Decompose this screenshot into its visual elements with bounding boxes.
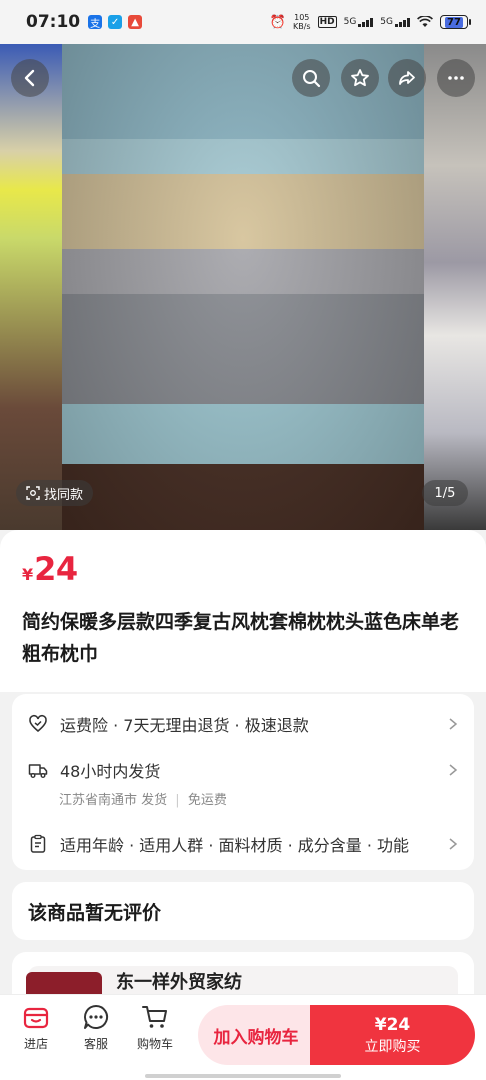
search-icon <box>303 70 321 88</box>
customer-service-label: 客服 <box>83 1037 108 1051</box>
no-reviews-text: 该商品暂无评价 <box>28 901 162 924</box>
chevron-left-icon <box>24 69 35 87</box>
customer-service-button[interactable]: 客服 <box>66 1003 126 1052</box>
signal-label-1: 5G <box>343 17 357 27</box>
params-text: 适用年龄 · 适用人群 · 面料材质 · 成分含量 · 功能 <box>60 836 410 855</box>
currency-symbol: ¥ <box>22 565 34 584</box>
status-right: ⏰ 105 KB/s HD 5G 5G 77 <box>269 13 471 31</box>
chat-icon <box>84 1004 109 1029</box>
separator: | <box>175 793 180 808</box>
reviews-card[interactable]: 该商品暂无评价 <box>12 882 474 940</box>
find-similar-button[interactable]: 找同款 <box>16 480 94 506</box>
more-button[interactable] <box>437 59 475 97</box>
signal-5g-1: 5G <box>344 17 374 27</box>
status-app-icons: 支 ✓ ▲ <box>88 15 143 30</box>
price-card: ¥ 24 简约保暖多层款四季复古风枕套棉枕枕头蓝色床单老粗布枕巾 <box>0 530 486 692</box>
product-photo <box>62 44 424 530</box>
status-bar: 07:10 支 ✓ ▲ ⏰ 105 KB/s HD 5G 5G 77 <box>0 0 486 44</box>
alipay-icon: 支 <box>88 15 103 30</box>
truck-icon <box>28 764 48 778</box>
network-speed: 105 KB/s <box>293 13 311 31</box>
image-page-indicator: 1/5 <box>422 480 468 506</box>
more-dots-icon <box>448 76 464 80</box>
chevron-right-icon <box>449 838 458 850</box>
bottom-action-bar: 进店 客服 购物车 加入购物车 ¥24 立即购买 <box>0 994 486 1080</box>
home-indicator[interactable] <box>145 1074 341 1078</box>
shipping-text: 48小时内发货 <box>60 762 161 781</box>
price-value: 24 <box>34 550 78 588</box>
guarantee-row[interactable]: 运费险 · 7天无理由退货 · 极速退款 <box>28 712 458 736</box>
favorite-button[interactable] <box>341 59 379 97</box>
guarantee-text: 运费险 · 7天无理由退货 · 极速退款 <box>60 716 309 735</box>
shop-icon <box>23 1007 49 1029</box>
buy-now-label: 立即购买 <box>364 1038 421 1055</box>
status-time: 07:10 <box>26 12 81 32</box>
back-button[interactable] <box>11 59 49 97</box>
signal-label-2: 5G <box>380 17 393 27</box>
shield-heart-icon <box>29 714 47 733</box>
shipping-origin: 江苏省南通市 发货 <box>59 793 168 808</box>
cart-label: 购物车 <box>136 1037 173 1051</box>
page-indicator-text: 1/5 <box>434 485 456 501</box>
app-notification-icon: ✓ <box>108 15 123 29</box>
shipping-fee: 免运费 <box>187 793 227 808</box>
app-alert-icon: ▲ <box>128 15 143 29</box>
enter-shop-button[interactable]: 进店 <box>6 1003 66 1052</box>
product-title: 简约保暖多层款四季复古风枕套棉枕枕头蓝色床单老粗布枕巾 <box>22 611 460 665</box>
battery-level: 77 <box>445 16 463 28</box>
share-icon <box>399 71 415 85</box>
signal-5g-2: 5G <box>380 17 410 27</box>
cart-button[interactable]: 购物车 <box>125 1003 185 1052</box>
chevron-right-icon <box>449 764 458 776</box>
buy-now-price: ¥24 <box>374 1014 411 1035</box>
product-image-gallery[interactable] <box>0 44 486 530</box>
scan-icon <box>26 486 40 500</box>
speed-unit: KB/s <box>292 22 311 31</box>
wifi-icon <box>417 16 433 27</box>
hd-icon: HD <box>317 16 337 28</box>
photo-shading <box>62 44 424 530</box>
price: ¥ 24 <box>22 550 464 588</box>
cart-icon <box>142 1006 167 1028</box>
shop-name: 东一样外贸家纺 <box>116 972 242 993</box>
enter-shop-label: 进店 <box>23 1037 48 1051</box>
params-row[interactable]: 适用年龄 · 适用人群 · 面料材质 · 成分含量 · 功能 <box>28 832 458 856</box>
star-icon <box>351 69 369 87</box>
speed-value: 105 <box>294 13 310 22</box>
alarm-icon: ⏰ <box>269 14 286 30</box>
share-button[interactable] <box>388 59 426 97</box>
clipboard-icon <box>30 834 46 853</box>
find-similar-label: 找同款 <box>44 487 84 503</box>
buy-now-button[interactable]: ¥24 立即购买 <box>310 1005 475 1065</box>
signal-bars-icon <box>358 18 374 27</box>
chevron-right-icon <box>449 718 458 730</box>
shipping-row[interactable]: 48小时内发货 <box>28 758 458 782</box>
add-to-cart-label: 加入购物车 <box>213 1027 299 1048</box>
add-to-cart-button[interactable]: 加入购物车 <box>198 1005 314 1065</box>
background-right <box>424 44 486 530</box>
product-detail-sheet: ¥ 24 简约保暖多层款四季复古风枕套棉枕枕头蓝色床单老粗布枕巾 运费险 · 7… <box>0 530 486 1012</box>
battery-icon: 77 <box>440 15 471 29</box>
background-left <box>0 44 62 530</box>
service-info-card: 运费险 · 7天无理由退货 · 极速退款 48小时内发货 江苏省南通市 发货 |… <box>12 694 474 870</box>
signal-bars-icon <box>395 18 410 27</box>
shipping-detail: 江苏省南通市 发货 | 免运费 <box>59 789 227 808</box>
search-button[interactable] <box>292 59 330 97</box>
